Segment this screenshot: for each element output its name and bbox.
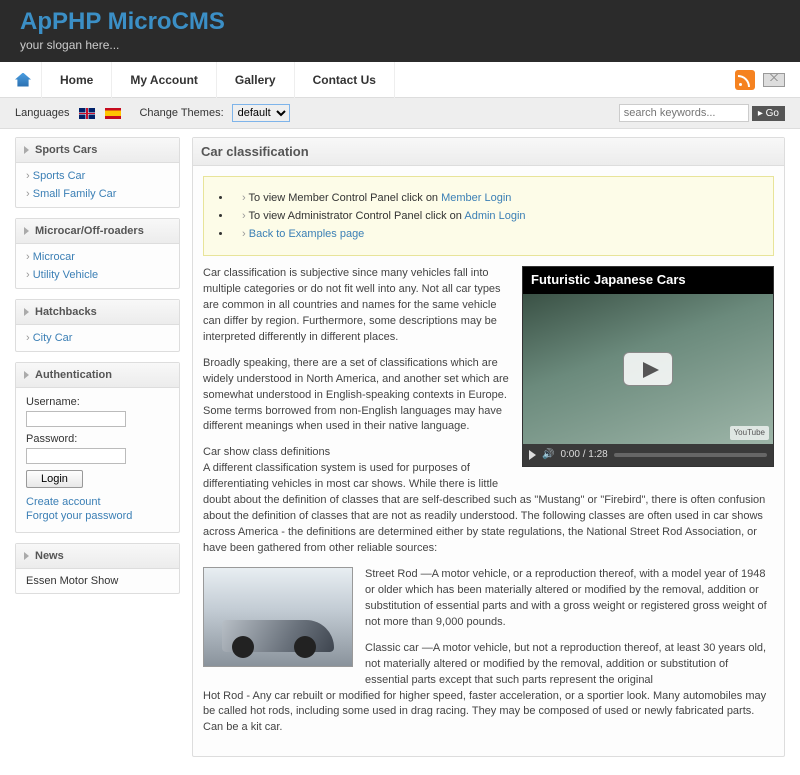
go-button[interactable]: ▸ Go [752,106,785,121]
box-hatchbacks: Hatchbacks City Car [15,299,180,352]
change-themes-label: Change Themes: [139,107,223,119]
video-player[interactable]: Futuristic Japanese Cars YouTube 🔊 0:00 … [522,266,774,467]
create-account-link[interactable]: Create account [26,496,169,508]
username-label: Username: [26,396,169,408]
login-button[interactable]: Login [26,470,83,488]
notice: To view Member Control Panel click on Me… [203,176,774,256]
flag-es-icon[interactable] [105,108,121,119]
mail-icon[interactable] [763,73,785,87]
sidebar-item: Microcar [16,248,179,266]
nav-my-account[interactable]: My Account [112,62,217,98]
video-time: 0:00 / 1:28 [560,448,607,463]
volume-icon[interactable]: 🔊 [542,448,554,463]
chevron-icon [24,227,29,235]
toolbar: Languages Change Themes: default ▸ Go [0,98,800,129]
nav-contact-us[interactable]: Contact Us [295,62,395,98]
navbar: Home My Account Gallery Contact Us [0,62,800,98]
sidebar-item: Sports Car [16,167,179,185]
video-title: Futuristic Japanese Cars [523,267,773,294]
password-label: Password: [26,433,169,445]
password-input[interactable] [26,448,126,464]
box-sports-cars: Sports Cars Sports Car Small Family Car [15,137,180,208]
chevron-icon [24,308,29,316]
box-authentication: Authentication Username: Password: Login… [15,362,180,533]
content: Futuristic Japanese Cars YouTube 🔊 0:00 … [193,266,784,756]
nav-gallery[interactable]: Gallery [217,62,295,98]
main: Car classification To view Member Contro… [192,137,785,757]
forgot-password-link[interactable]: Forgot your password [26,510,169,522]
sidebar-item: City Car [16,329,179,347]
chevron-icon [24,371,29,379]
rss-icon[interactable] [735,70,755,90]
chevron-icon [24,146,29,154]
flag-en-icon[interactable] [79,108,95,119]
box-microcar: Microcar/Off-roaders Microcar Utility Ve… [15,218,180,289]
back-examples-link[interactable]: Back to Examples page [249,228,365,240]
video-frame[interactable]: YouTube [523,294,773,444]
site-title: ApPHP MicroCMS [20,8,780,36]
progress-bar[interactable] [614,453,767,457]
nav-home[interactable]: Home [41,62,112,98]
chevron-icon [24,552,29,560]
car-image [203,567,353,667]
languages-label: Languages [15,107,69,119]
header: ApPHP MicroCMS your slogan here... [0,0,800,62]
admin-login-link[interactable]: Admin Login [464,210,525,222]
home-icon[interactable] [15,73,31,87]
play-icon[interactable] [623,352,673,386]
sidebar-item: Small Family Car [16,185,179,203]
youtube-logo: YouTube [730,426,769,440]
search-input[interactable] [619,104,749,122]
slogan: your slogan here... [20,38,780,52]
sidebar-item: Utility Vehicle [16,266,179,284]
username-input[interactable] [26,411,126,427]
sidebar: Sports Cars Sports Car Small Family Car … [15,137,180,767]
video-controls[interactable]: 🔊 0:00 / 1:28 [523,444,773,467]
theme-select[interactable]: default [232,104,290,122]
page-title: Car classification [193,138,784,166]
news-item: Essen Motor Show [16,569,179,593]
member-login-link[interactable]: Member Login [441,192,511,204]
play-button-icon[interactable] [529,450,536,460]
box-news: News Essen Motor Show [15,543,180,594]
